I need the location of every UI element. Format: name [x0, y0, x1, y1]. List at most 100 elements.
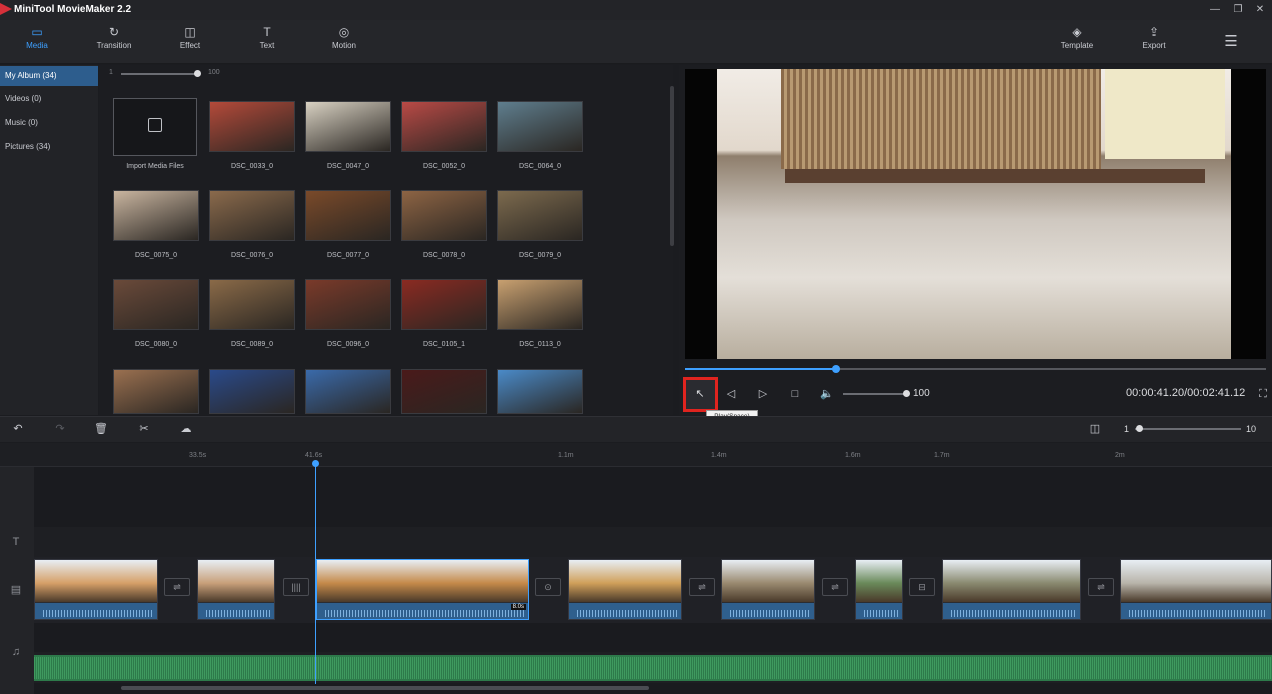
- album-videos[interactable]: Videos (0): [0, 89, 98, 109]
- media-thumbnail[interactable]: [305, 369, 391, 414]
- media-thumbnail[interactable]: [209, 369, 295, 414]
- previous-frame-button[interactable]: ◁: [723, 386, 739, 402]
- media-thumbnail[interactable]: [497, 279, 583, 330]
- close-button[interactable]: ✕: [1251, 2, 1269, 18]
- tab-media[interactable]: ▭ Media: [7, 24, 67, 60]
- volume-icon[interactable]: 🔈: [819, 386, 835, 402]
- media-thumbnail[interactable]: [401, 369, 487, 414]
- text-track[interactable]: [34, 527, 1272, 557]
- pointer-icon[interactable]: ↖: [692, 386, 708, 402]
- ruler-label: 1.6m: [845, 452, 861, 459]
- video-clip[interactable]: [1120, 559, 1272, 620]
- audio-icon[interactable]: ☁: [178, 421, 194, 437]
- ruler-label: 1.1m: [558, 452, 574, 459]
- timeline-zoom-slider[interactable]: [1135, 428, 1241, 430]
- media-thumbnail-label: DSC_0075_0: [134, 252, 178, 259]
- volume-slider[interactable]: [843, 393, 907, 395]
- transition-slot[interactable]: ⊙: [535, 578, 561, 596]
- text-icon: T: [263, 25, 271, 39]
- delete-icon[interactable]: 🗑: [93, 421, 109, 437]
- video-clip[interactable]: [34, 559, 158, 620]
- album-pictures[interactable]: Pictures (34): [0, 137, 98, 157]
- undo-icon[interactable]: ↶: [10, 421, 26, 437]
- media-zoom-max: 100: [208, 69, 220, 76]
- video-clip[interactable]: 8.0s: [316, 559, 529, 620]
- maximize-button[interactable]: ❐: [1229, 2, 1247, 18]
- transition-slot[interactable]: ||||: [283, 578, 309, 596]
- template-button[interactable]: ◈ Template: [1047, 24, 1107, 60]
- timeline-zoom-max: 10: [1246, 424, 1257, 434]
- fullscreen-icon[interactable]: ⛶: [1256, 386, 1270, 402]
- timeline-scrollbar[interactable]: [121, 686, 649, 690]
- tab-motion-label: Motion: [331, 41, 356, 50]
- music-waveform[interactable]: [34, 655, 1272, 681]
- media-thumbnail[interactable]: [497, 101, 583, 152]
- tab-motion[interactable]: ◎ Motion: [314, 24, 374, 60]
- playhead-handle[interactable]: [312, 460, 319, 467]
- title-bar: [0, 0, 1272, 20]
- folder-icon: ▭: [31, 25, 43, 39]
- music-track-icon: ♫: [11, 646, 21, 658]
- media-thumbnail[interactable]: [305, 101, 391, 152]
- tab-effect[interactable]: ◫ Effect: [160, 24, 220, 60]
- media-zoom-slider[interactable]: [121, 73, 197, 75]
- transition-slot[interactable]: ⇌: [164, 578, 190, 596]
- play-button[interactable]: ▷: [755, 386, 771, 402]
- media-zoom-knob[interactable]: [194, 70, 201, 77]
- media-thumbnail[interactable]: [209, 190, 295, 241]
- clip-audio-waveform: [1121, 603, 1271, 619]
- video-clip[interactable]: [942, 559, 1081, 620]
- media-thumbnail[interactable]: [401, 279, 487, 330]
- clip-audio-waveform: [198, 603, 274, 619]
- tab-text-label: Text: [259, 41, 275, 50]
- media-thumbnail[interactable]: [305, 279, 391, 330]
- menu-icon[interactable]: ☰: [1222, 32, 1240, 50]
- transition-slot[interactable]: ⊟: [909, 578, 935, 596]
- tab-transition[interactable]: ↻ Transition: [84, 24, 144, 60]
- export-button[interactable]: ⇪ Export: [1124, 24, 1184, 60]
- media-thumbnail[interactable]: [113, 369, 199, 414]
- clip-thumbnail: [722, 560, 814, 602]
- media-scrollbar[interactable]: [670, 86, 674, 246]
- media-thumbnail[interactable]: [401, 190, 487, 241]
- export-label: Export: [1142, 41, 1166, 50]
- split-icon[interactable]: ✂: [136, 421, 152, 437]
- media-thumbnail[interactable]: [497, 369, 583, 414]
- transition-slot[interactable]: ⇌: [822, 578, 848, 596]
- transition-slot[interactable]: ⇌: [689, 578, 715, 596]
- media-thumbnail[interactable]: [305, 190, 391, 241]
- video-clip[interactable]: [197, 559, 275, 620]
- playback-progress-fill: [685, 368, 836, 370]
- media-thumbnail[interactable]: [113, 190, 199, 241]
- video-clip[interactable]: [721, 559, 815, 620]
- media-thumbnail[interactable]: [209, 279, 295, 330]
- transition-slot[interactable]: ⇌: [1088, 578, 1114, 596]
- effect-icon: ◫: [184, 25, 196, 39]
- video-clip[interactable]: [855, 559, 903, 620]
- volume-knob[interactable]: [903, 390, 910, 397]
- stop-button[interactable]: □: [787, 386, 803, 402]
- media-thumbnail[interactable]: [497, 190, 583, 241]
- media-thumbnail[interactable]: [401, 101, 487, 152]
- media-thumbnail-label: DSC_0089_0: [230, 341, 274, 348]
- playhead[interactable]: [315, 462, 316, 684]
- media-thumbnail[interactable]: [113, 279, 199, 330]
- album-my-album[interactable]: My Album (34): [0, 66, 98, 86]
- clip-audio-waveform: [856, 603, 902, 619]
- clip-audio-waveform: [35, 603, 157, 619]
- zoom-fit-icon[interactable]: ◫: [1087, 421, 1103, 437]
- timeline-zoom-min: 1: [1124, 424, 1130, 434]
- video-clip[interactable]: [568, 559, 682, 620]
- tab-text[interactable]: T Text: [237, 24, 297, 60]
- media-thumbnail-label: DSC_0033_0: [230, 163, 274, 170]
- media-zoom-min: 1: [109, 69, 113, 76]
- playback-progress-knob[interactable]: [832, 365, 840, 373]
- album-music[interactable]: Music (0): [0, 113, 98, 133]
- media-thumbnail-label: DSC_0064_0: [518, 163, 562, 170]
- video-player[interactable]: [685, 69, 1266, 359]
- redo-icon[interactable]: ↷: [52, 421, 68, 437]
- media-thumbnail[interactable]: [209, 101, 295, 152]
- minimize-button[interactable]: —: [1206, 2, 1224, 18]
- timeline-zoom-knob[interactable]: [1136, 425, 1143, 432]
- import-icon: [148, 118, 162, 132]
